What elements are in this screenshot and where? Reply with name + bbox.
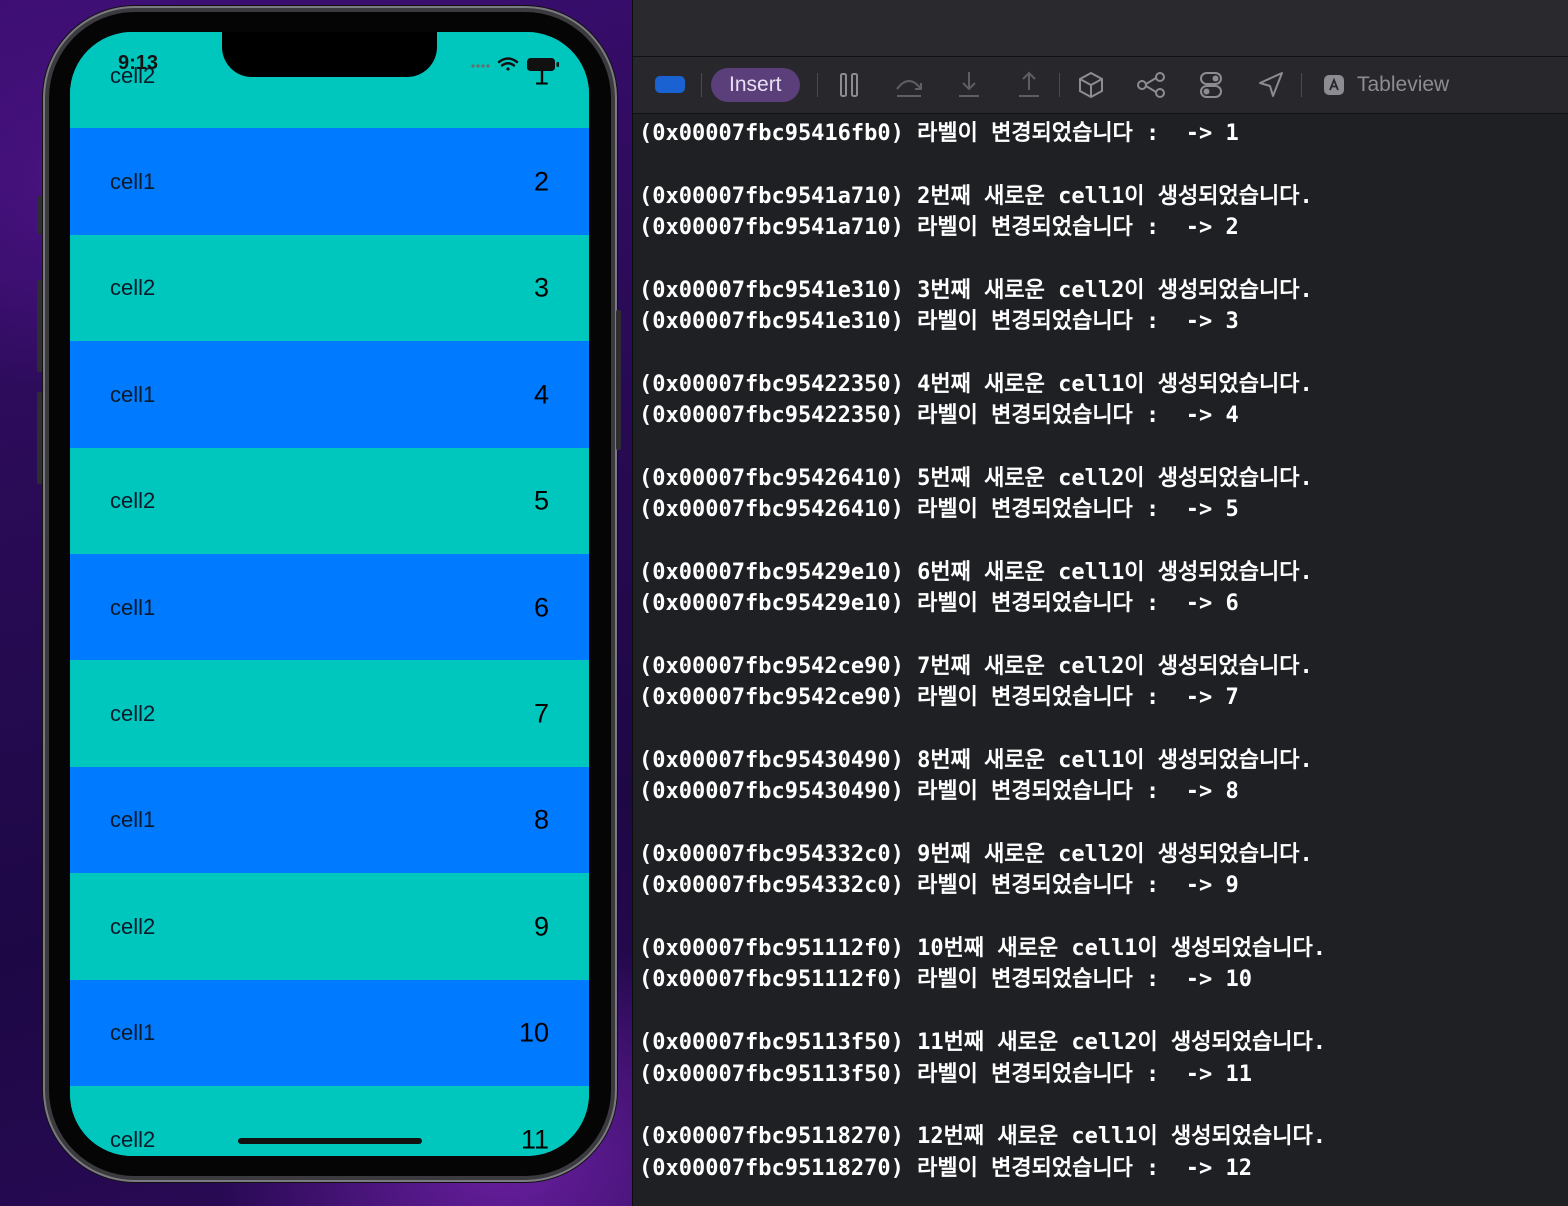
table-row[interactable]: cell2 3 <box>70 234 589 343</box>
console-line: (0x00007fbc95429e10) 6번째 새로운 cell1이 생성되었… <box>639 559 1313 585</box>
toolbar-divider <box>1301 73 1302 97</box>
table-row[interactable]: cell1 10 <box>70 979 589 1087</box>
console-line: (0x00007fbc95416fb0) 라벨이 변경되었습니다 : -> 1 <box>639 121 1239 146</box>
cell-number-label: 3 <box>533 272 549 303</box>
console-line: (0x00007fbc954332c0) 라벨이 변경되었습니다 : -> 9 <box>639 873 1239 899</box>
table-row[interactable]: cell1 2 <box>70 128 589 236</box>
toolbar-divider <box>1059 73 1060 97</box>
console-line: (0x00007fbc95429e10) 라벨이 변경되었습니다 : -> 6 <box>639 591 1239 617</box>
console-line: (0x00007fbc95430490) 8번째 새로운 cell1이 생성되었… <box>639 748 1313 773</box>
cube-icon[interactable] <box>1075 69 1107 101</box>
tag-icon[interactable] <box>655 76 685 93</box>
debug-console-output[interactable]: (0x00007fbc95416fb0) 라벨이 변경되었습니다 : -> 1 (… <box>639 116 1563 1206</box>
phone-screen: cell2 1 cell1 2 cell2 3 cell1 4 cell2 5 cell1 6 cell… <box>70 32 589 1156</box>
table-row[interactable]: cell2 9 <box>70 873 589 981</box>
table-row[interactable]: cell1 8 <box>70 766 589 875</box>
step-out-icon[interactable] <box>1013 69 1045 101</box>
cell-number-label: 10 <box>518 1017 549 1048</box>
console-line: (0x00007fbc9541e310) 3번째 새로운 cell2이 생성되었… <box>639 277 1313 303</box>
scheme-selector[interactable]: Tableview <box>1323 69 1449 101</box>
wifi-icon <box>497 57 519 71</box>
table-row[interactable]: cell2 11 <box>70 1086 589 1156</box>
console-line: (0x00007fbc9541a710) 라벨이 변경되었습니다 : -> 2 <box>639 215 1239 241</box>
console-line: (0x00007fbc95422350) 라벨이 변경되었습니다 : -> 4 <box>639 403 1239 429</box>
table-row[interactable]: cell2 5 <box>70 447 589 555</box>
status-time: 9:13 <box>118 52 159 74</box>
debug-toolbar: Insert Tableview <box>633 57 1568 114</box>
insert-button[interactable]: Insert <box>711 68 800 102</box>
console-line: (0x00007fbc9542ce90) 7번째 새로운 cell2이 생성되었… <box>639 653 1313 679</box>
cell-title-label: cell1 <box>110 594 156 620</box>
volume-down-button[interactable] <box>37 392 42 484</box>
cell-number-label: 4 <box>533 379 549 410</box>
silent-switch <box>37 196 42 234</box>
console-line: (0x00007fbc9541a710) 2번째 새로운 cell1이 생성되었… <box>639 183 1313 209</box>
console-line: (0x00007fbc95113f50) 라벨이 변경되었습니다 : -> 11 <box>639 1061 1252 1087</box>
console-line: (0x00007fbc951112f0) 10번째 새로운 cell1이 생성되… <box>639 936 1326 962</box>
table-row[interactable]: cell1 6 <box>70 554 589 662</box>
console-line: (0x00007fbc95118270) 라벨이 변경되었습니다 : -> 12 <box>639 1155 1252 1181</box>
cell-title-label: cell2 <box>110 275 156 301</box>
cell-title-label: cell2 <box>110 701 156 727</box>
cell-number-label: 8 <box>533 804 549 835</box>
console-line: (0x00007fbc95430490) 라벨이 변경되었습니다 : -> 8 <box>639 779 1239 805</box>
cell-number-label: 5 <box>533 485 549 516</box>
cell-title-label: cell1 <box>110 1020 156 1046</box>
console-line: (0x00007fbc95118270) 12번째 새로운 cell1이 생성되… <box>639 1124 1326 1150</box>
cell-number-label: 6 <box>533 592 549 623</box>
table-row[interactable]: cell2 7 <box>70 660 589 768</box>
console-line: (0x00007fbc95426410) 5번째 새로운 cell2이 생성되었… <box>639 465 1313 491</box>
toggle-icon[interactable] <box>1195 69 1227 101</box>
volume-up-button[interactable] <box>37 280 42 372</box>
console-line: (0x00007fbc95426410) 라벨이 변경되었습니다 : -> 5 <box>639 497 1239 523</box>
cell-number-label: 9 <box>533 911 549 942</box>
console-line: (0x00007fbc954332c0) 9번째 새로운 cell2이 생성되었… <box>639 842 1313 868</box>
pause-icon[interactable] <box>833 69 865 101</box>
toolbar-divider <box>701 73 702 97</box>
cell-title-label: cell1 <box>110 381 156 407</box>
power-button[interactable] <box>616 310 621 450</box>
app-store-icon <box>1324 75 1344 95</box>
toolbar-divider <box>817 73 818 97</box>
console-line: (0x00007fbc95113f50) 11번째 새로운 cell2이 생성되… <box>639 1030 1326 1056</box>
cell-number-label: 7 <box>533 698 549 729</box>
cell-title-label: cell2 <box>110 488 156 514</box>
notch <box>222 32 437 77</box>
cell-title-label: cell2 <box>110 913 156 939</box>
signal-dots-icon <box>471 64 490 68</box>
cell-title-label: cell1 <box>110 169 156 195</box>
scheme-label: Tableview <box>1357 73 1450 96</box>
cell-title-label: cell1 <box>110 807 156 833</box>
step-into-icon[interactable] <box>953 69 985 101</box>
xcode-window: Insert Tableview (0x00007fbc95416fb0) 라벨… <box>632 0 1568 1206</box>
cell-number-label: 2 <box>533 166 549 197</box>
battery-icon <box>527 58 559 71</box>
step-over-icon[interactable] <box>893 69 925 101</box>
console-line: (0x00007fbc951112f0) 라벨이 변경되었습니다 : -> 10 <box>639 967 1252 993</box>
status-icons <box>469 56 563 72</box>
cell-number-label: 11 <box>520 1124 549 1155</box>
console-line: (0x00007fbc9541e310) 라벨이 변경되었습니다 : -> 3 <box>639 309 1239 335</box>
location-icon[interactable] <box>1255 69 1287 101</box>
console-line: (0x00007fbc95422350) 4번째 새로운 cell1이 생성되었… <box>639 371 1313 397</box>
home-indicator[interactable] <box>238 1138 422 1144</box>
xcode-titlebar <box>633 0 1568 57</box>
graph-icon[interactable] <box>1135 69 1167 101</box>
table-row[interactable]: cell1 4 <box>70 341 589 449</box>
console-line: (0x00007fbc9542ce90) 라벨이 변경되었습니다 : -> 7 <box>639 685 1239 711</box>
cell-title-label: cell2 <box>110 1126 156 1152</box>
